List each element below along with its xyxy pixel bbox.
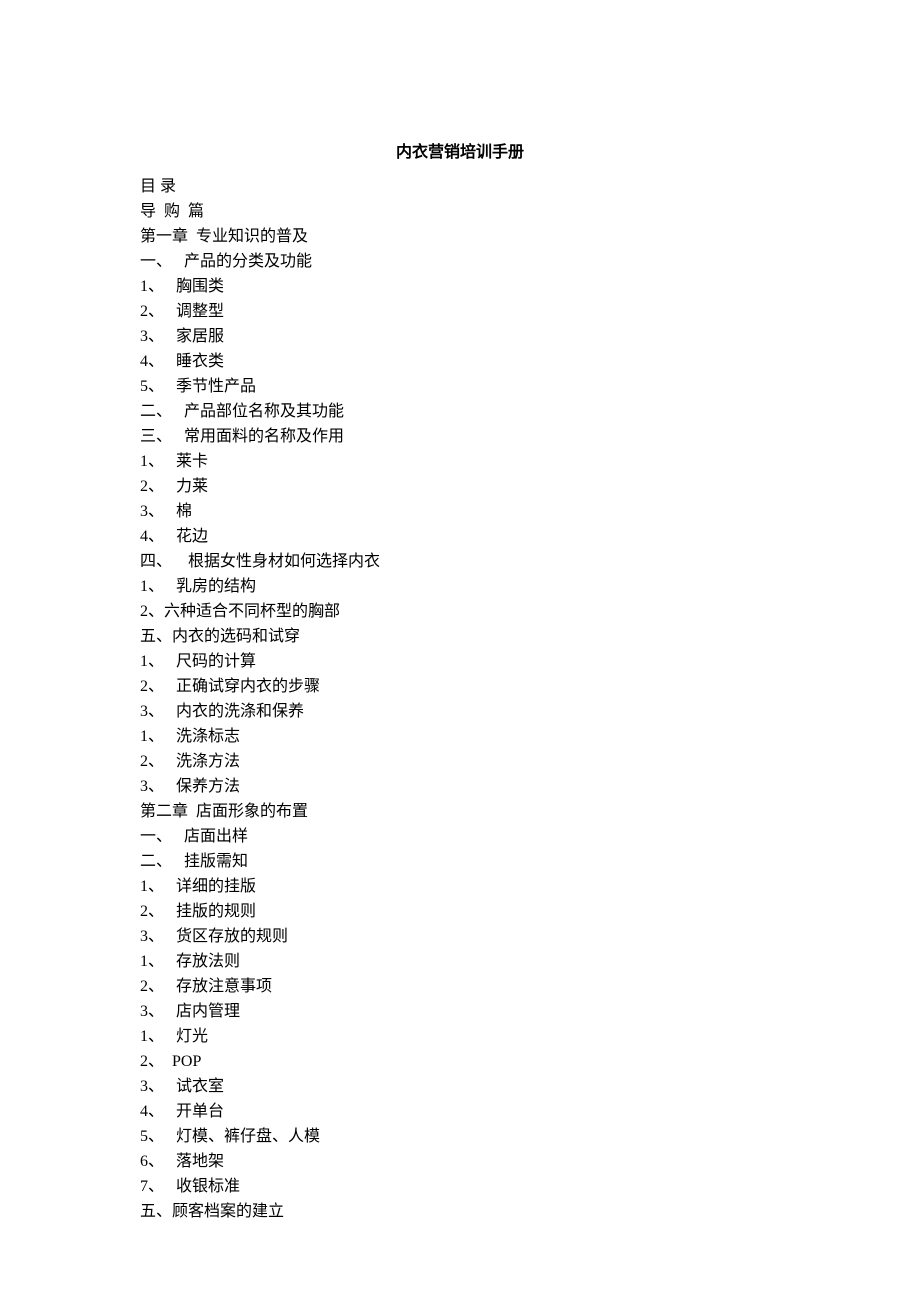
toc-line: 2、 挂版的规则	[140, 899, 920, 924]
toc-line: 3、 内衣的洗涤和保养	[140, 699, 920, 724]
toc-line: 第二章 店面形象的布置	[140, 799, 920, 824]
toc-line: 1、 乳房的结构	[140, 574, 920, 599]
toc-line: 3、 棉	[140, 499, 920, 524]
document-content: 目 录导 购 篇第一章 专业知识的普及一、 产品的分类及功能1、 胸围类2、 调…	[140, 174, 920, 1224]
toc-line: 目 录	[140, 174, 920, 199]
toc-line: 2、 调整型	[140, 299, 920, 324]
toc-line: 7、 收银标准	[140, 1174, 920, 1199]
toc-line: 4、 睡衣类	[140, 349, 920, 374]
toc-line: 4、 开单台	[140, 1099, 920, 1124]
toc-line: 1、 洗涤标志	[140, 724, 920, 749]
toc-line: 四、 根据女性身材如何选择内衣	[140, 549, 920, 574]
toc-line: 2、 POP	[140, 1049, 920, 1074]
toc-line: 3、 保养方法	[140, 774, 920, 799]
toc-line: 2、 存放注意事项	[140, 974, 920, 999]
toc-line: 3、 货区存放的规则	[140, 924, 920, 949]
toc-line: 一、 店面出样	[140, 824, 920, 849]
toc-line: 三、 常用面料的名称及作用	[140, 424, 920, 449]
document-title: 内衣营销培训手册	[140, 138, 780, 162]
toc-line: 导 购 篇	[140, 199, 920, 224]
toc-line: 4、 花边	[140, 524, 920, 549]
toc-line: 6、 落地架	[140, 1149, 920, 1174]
toc-line: 1、 胸围类	[140, 274, 920, 299]
toc-line: 2、六种适合不同杯型的胸部	[140, 599, 920, 624]
toc-line: 1、 灯光	[140, 1024, 920, 1049]
toc-line: 5、 灯模、裤仔盘、人模	[140, 1124, 920, 1149]
toc-line: 第一章 专业知识的普及	[140, 224, 920, 249]
toc-line: 3、 店内管理	[140, 999, 920, 1024]
toc-line: 3、 试衣室	[140, 1074, 920, 1099]
toc-line: 2、 正确试穿内衣的步骤	[140, 674, 920, 699]
toc-line: 5、 季节性产品	[140, 374, 920, 399]
toc-line: 1、 详细的挂版	[140, 874, 920, 899]
toc-line: 3、 家居服	[140, 324, 920, 349]
toc-line: 2、 洗涤方法	[140, 749, 920, 774]
toc-line: 一、 产品的分类及功能	[140, 249, 920, 274]
toc-line: 二、 产品部位名称及其功能	[140, 399, 920, 424]
toc-line: 1、 存放法则	[140, 949, 920, 974]
toc-line: 1、 莱卡	[140, 449, 920, 474]
toc-line: 1、 尺码的计算	[140, 649, 920, 674]
toc-line: 五、内衣的选码和试穿	[140, 624, 920, 649]
toc-line: 五、顾客档案的建立	[140, 1199, 920, 1224]
toc-line: 2、 力莱	[140, 474, 920, 499]
toc-line: 二、 挂版需知	[140, 849, 920, 874]
